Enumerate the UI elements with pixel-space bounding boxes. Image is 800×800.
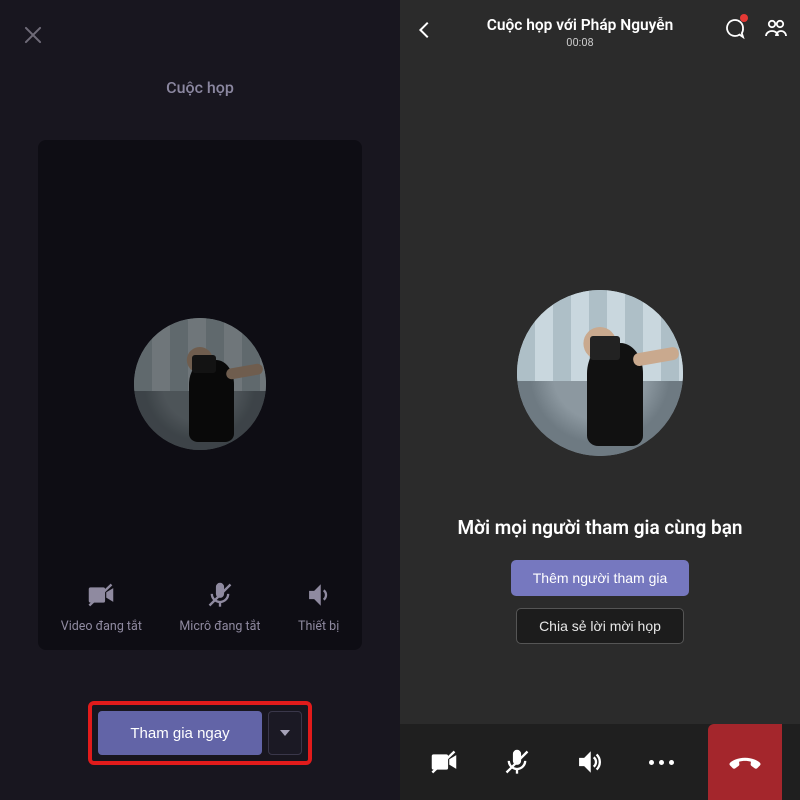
in-meeting-screen: Cuộc họp với Pháp Nguyễn 00:08 Mời mọi n… [400, 0, 800, 800]
participants-button[interactable] [764, 16, 788, 44]
mic-off-label: Micrô đang tắt [179, 619, 260, 634]
people-icon [764, 16, 788, 40]
mic-off-icon [503, 748, 531, 776]
arrow-left-icon [414, 19, 436, 41]
video-off-icon [87, 581, 115, 609]
prejoin-title: Cuộc họp [0, 78, 400, 97]
chevron-down-icon [280, 730, 290, 736]
toggle-speaker-button[interactable] [563, 736, 615, 788]
back-button[interactable] [412, 17, 438, 43]
meeting-control-bar [400, 724, 800, 800]
close-icon[interactable] [22, 24, 44, 46]
unread-indicator-icon [740, 14, 748, 22]
video-off-icon [430, 748, 458, 776]
video-off-label: Video đang tắt [61, 619, 142, 634]
pre-join-screen: Cuộc họp Video đang tắt Micrô đang tắt T… [0, 0, 400, 800]
prejoin-controls: Video đang tắt Micrô đang tắt Thiết bị [38, 581, 362, 634]
phone-hangup-icon [728, 745, 762, 779]
toggle-mic-button[interactable] [491, 736, 543, 788]
participant-avatar [517, 290, 683, 456]
meeting-title-block: Cuộc họp với Pháp Nguyễn 00:08 [438, 16, 722, 49]
meeting-timer: 00:08 [438, 36, 722, 49]
more-options-button[interactable] [635, 736, 687, 788]
join-now-button[interactable]: Tham gia ngay [98, 711, 262, 755]
device-settings-button[interactable]: Thiết bị [298, 581, 339, 634]
join-options-button[interactable] [268, 711, 302, 755]
mic-off-icon [206, 581, 234, 609]
invite-actions: Thêm người tham gia Chia sẻ lời mời họp [400, 560, 800, 644]
add-people-button[interactable]: Thêm người tham gia [511, 560, 690, 596]
camera-preview-card: Video đang tắt Micrô đang tắt Thiết bị [38, 140, 362, 650]
user-avatar [134, 318, 266, 450]
meeting-title: Cuộc họp với Pháp Nguyễn [438, 16, 722, 34]
join-now-highlight: Tham gia ngay [88, 701, 312, 765]
toggle-mic-button[interactable]: Micrô đang tắt [179, 581, 260, 634]
header-actions [722, 16, 788, 44]
invite-headline: Mời mọi người tham gia cùng bạn [400, 516, 800, 539]
speaker-icon [575, 748, 603, 776]
hang-up-button[interactable] [708, 724, 782, 800]
devices-label: Thiết bị [298, 619, 339, 634]
toggle-video-button[interactable] [418, 736, 470, 788]
speaker-icon [305, 581, 333, 609]
more-icon [649, 760, 674, 765]
chat-button[interactable] [722, 16, 746, 44]
toggle-video-button[interactable]: Video đang tắt [61, 581, 142, 634]
meeting-header: Cuộc họp với Pháp Nguyễn 00:08 [400, 0, 800, 60]
share-invite-button[interactable]: Chia sẻ lời mời họp [516, 608, 684, 644]
